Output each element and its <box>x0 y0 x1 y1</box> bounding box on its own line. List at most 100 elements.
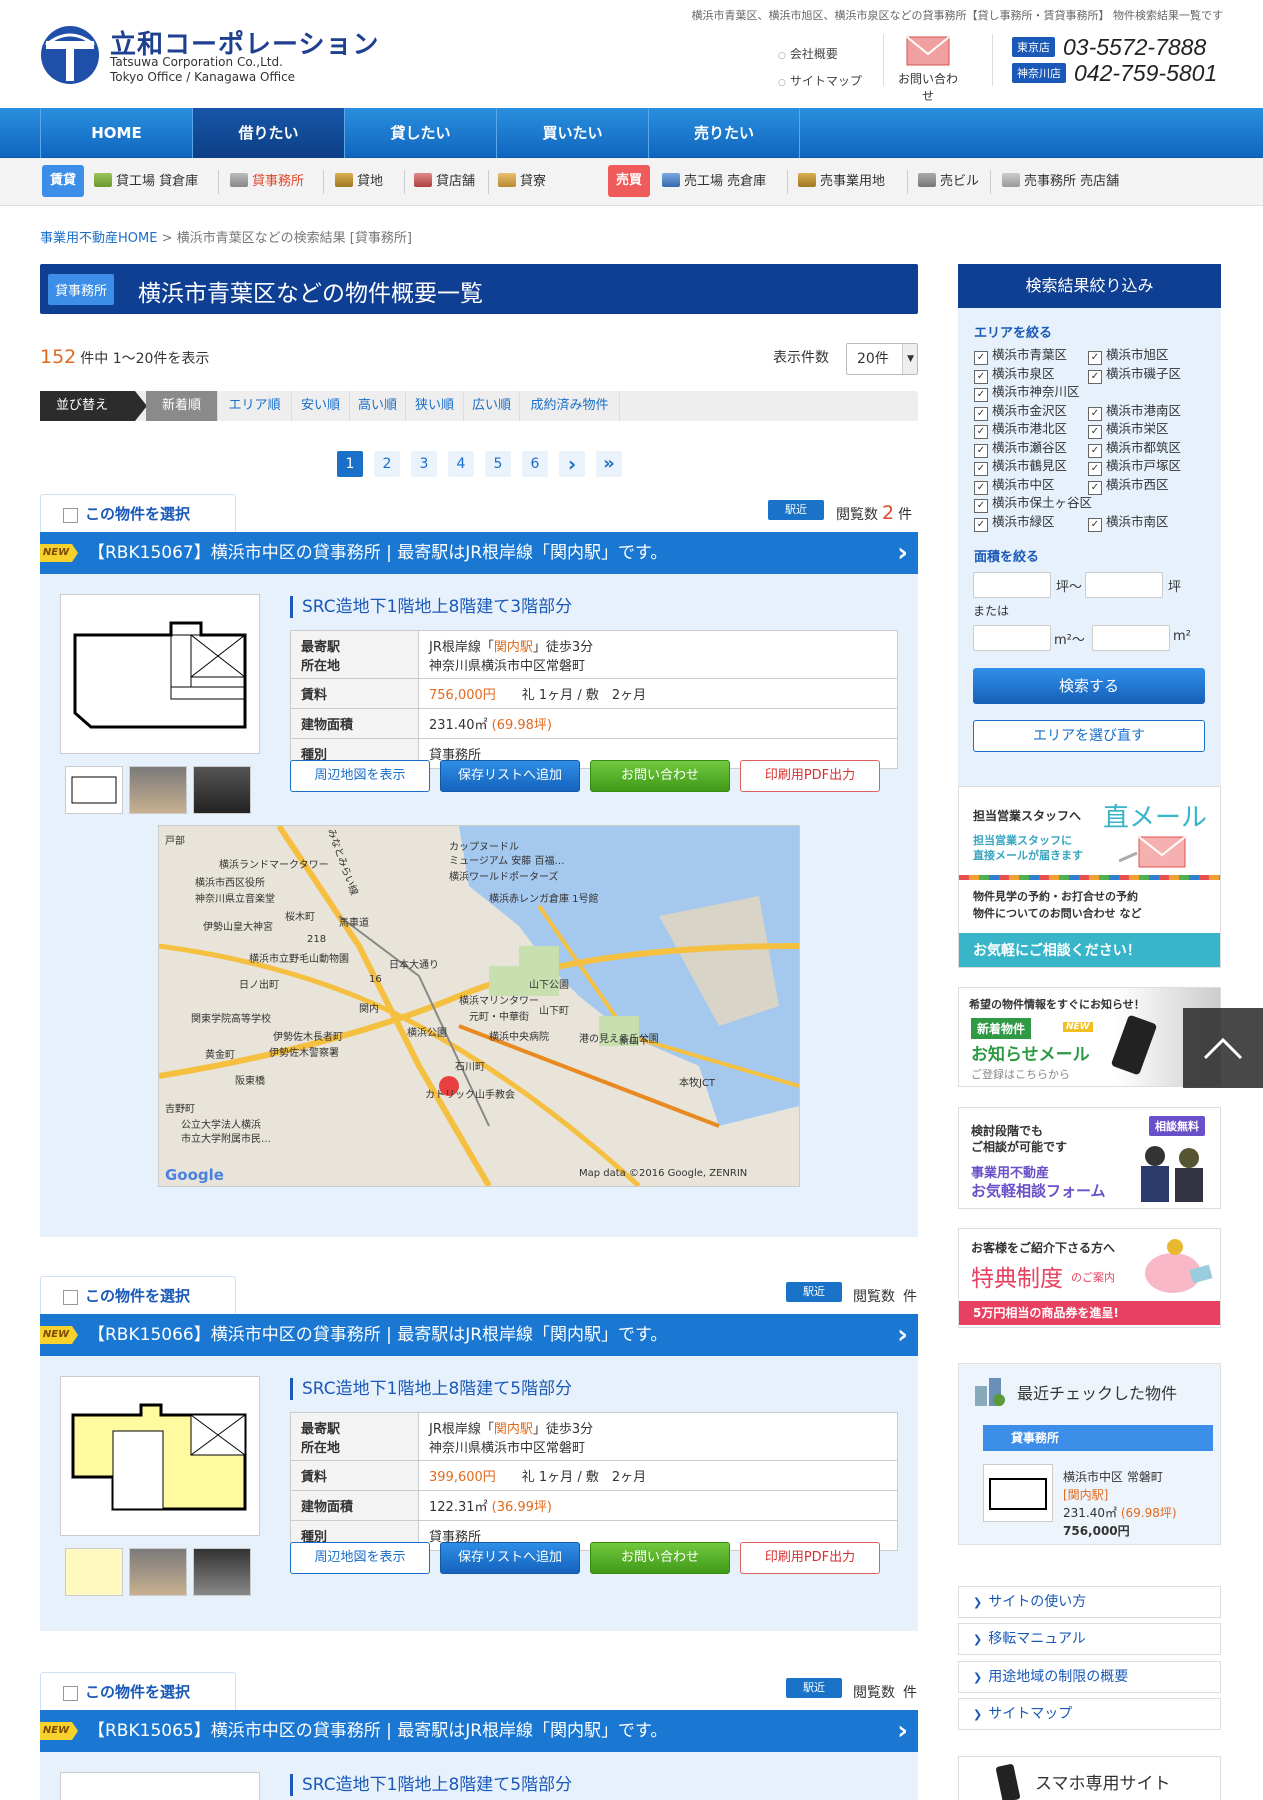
save-list-button[interactable]: 保存リストへ追加 <box>440 1542 580 1574</box>
sitemap-link[interactable]: サイトマップ <box>778 69 862 96</box>
contact-button[interactable]: お問い合わせ <box>590 1542 730 1574</box>
floorplan-image[interactable] <box>60 594 260 754</box>
result-range: 件中 1～20件を表示 <box>80 351 210 367</box>
contact-mail-button[interactable]: お問い合わせ <box>893 36 963 104</box>
property-title-bar[interactable]: NEW 【RBK15067】横浜市中区の貸事務所 | 最寄駅はJR根岸線「関内駅… <box>40 532 918 574</box>
breadcrumb-separator: > <box>161 231 173 246</box>
sort-area[interactable]: エリア順 <box>218 391 292 421</box>
sort-newest[interactable]: 新着順 <box>146 391 218 421</box>
direct-mail-banner[interactable]: 担当営業スタッフへ 直メール 担当営業スタッフに 直接メールが届きます 物件見学… <box>958 786 1221 968</box>
thumbnail-building[interactable] <box>129 1548 187 1596</box>
back-to-top-button[interactable] <box>1183 1008 1263 1088</box>
show-map-button[interactable]: 周辺地図を表示 <box>290 1542 430 1574</box>
page-5[interactable]: 5 <box>485 451 511 477</box>
recent-rent: 756,000円 <box>1063 1524 1130 1538</box>
thumbnail-interior[interactable] <box>193 1548 251 1596</box>
link-zoning[interactable]: 用途地域の制限の概要 <box>958 1661 1221 1693</box>
area-checkbox[interactable]: 横浜市南区 <box>1088 511 1169 532</box>
thumbnail-building[interactable] <box>129 766 187 814</box>
sort-cheapest[interactable]: 安い順 <box>292 391 350 421</box>
perpage-select[interactable]: 20件 ▼ <box>846 343 918 375</box>
tsubo-min-input[interactable] <box>973 572 1051 598</box>
select-property-checkbox[interactable]: この物件を選択 <box>40 1276 236 1316</box>
area-checkbox[interactable]: 横浜市緑区 <box>974 511 1055 532</box>
select-property-checkbox[interactable]: この物件を選択 <box>40 494 236 534</box>
floorplan-image[interactable] <box>60 1376 260 1536</box>
tsubo-max-input[interactable] <box>1085 572 1163 598</box>
views-label: 閲覧数 <box>853 1685 895 1701</box>
map-label: 本牧JCT <box>679 1078 716 1089</box>
pdf-button[interactable]: 印刷用PDF出力 <box>740 1542 880 1574</box>
banner-text: 特典制度 <box>971 1266 1063 1292</box>
nav-buy[interactable]: 買いたい <box>496 108 648 158</box>
link-sitemap[interactable]: サイトマップ <box>958 1698 1221 1730</box>
recent-floorplan-thumbnail[interactable] <box>983 1464 1053 1522</box>
subnav-rent-dorm[interactable]: 貸寮 <box>498 158 546 206</box>
subnav-sale-office[interactable]: 売事務所 売店舗 <box>1002 158 1119 206</box>
thumbnail-floorplan[interactable] <box>65 766 123 814</box>
subnav-sale-factory[interactable]: 売工場 売倉庫 <box>662 158 766 206</box>
subnav-rent-shop[interactable]: 貸店舗 <box>414 158 475 206</box>
subnav-sale-building[interactable]: 売ビル <box>918 158 979 206</box>
map-label: カトリック山手教会 <box>425 1090 515 1101</box>
nav-lease-out[interactable]: 貸したい <box>344 108 496 158</box>
nav-rent[interactable]: 借りたい <box>192 108 344 158</box>
search-button[interactable]: 検索する <box>973 668 1205 704</box>
view-count: 閲覧数 2 件 <box>836 502 912 524</box>
nav-sell[interactable]: 売りたい <box>648 108 800 158</box>
subnav-sale-land[interactable]: 売事業用地 <box>798 158 885 206</box>
page-4[interactable]: 4 <box>448 451 474 477</box>
view-count: 閲覧数件 <box>853 1680 917 1702</box>
smartphone-site-banner[interactable]: スマホ専用サイト <box>958 1756 1221 1800</box>
sort-contracted[interactable]: 成約済み物件 <box>520 391 620 421</box>
station-name[interactable]: 関内駅 <box>494 640 533 655</box>
page-next-icon[interactable]: › <box>559 451 585 477</box>
page-2[interactable]: 2 <box>374 451 400 477</box>
recent-property-info[interactable]: 横浜市中区 常磐町 [関内駅] 231.40㎡ (69.98坪) 756,000… <box>1063 1468 1177 1540</box>
property-title-bar[interactable]: NEW 【RBK15065】横浜市中区の貸事務所 | 最寄駅はJR根岸線「関内駅… <box>40 1710 918 1752</box>
pdf-button[interactable]: 印刷用PDF出力 <box>740 760 880 792</box>
station-name[interactable]: 関内駅 <box>494 1422 533 1437</box>
map-label: 伊勢佐木長者町 <box>273 1032 343 1043</box>
referral-perk-banner[interactable]: お客様をご紹介下さる方へ 特典制度 のご案内 5万円相当の商品券を進呈! <box>958 1228 1221 1328</box>
link-relocation-manual[interactable]: 移転マニュアル <box>958 1623 1221 1655</box>
sort-largest[interactable]: 広い順 <box>464 391 520 421</box>
floorplan-image[interactable] <box>60 1772 260 1800</box>
area-map[interactable]: 戸部 横浜ランドマークタワー 横浜市西区役所 神奈川県立音楽堂 伊勢山皇大神宮 桜木町 馬車… <box>158 825 800 1187</box>
key-area: 建物面積 <box>290 1490 419 1521</box>
banner-text: 直メール <box>1103 803 1208 833</box>
subnav-rent-land[interactable]: 貸地 <box>335 158 383 206</box>
sort-expensive[interactable]: 高い順 <box>350 391 406 421</box>
link-how-to-use[interactable]: サイトの使い方 <box>958 1586 1221 1618</box>
new-arrival-mail-banner[interactable]: 希望の物件情報をすぐにお知らせ！ 新着物件 NEW お知らせメール ご登録はこち… <box>958 987 1221 1087</box>
thumbnail-interior[interactable] <box>193 766 251 814</box>
subnav-rent-factory[interactable]: 貸工場 貸倉庫 <box>94 158 198 206</box>
page-last-icon[interactable]: » <box>596 451 622 477</box>
show-map-button[interactable]: 周辺地図を表示 <box>290 760 430 792</box>
page-1[interactable]: 1 <box>337 451 363 477</box>
subnav-rent-office[interactable]: 貸事務所 <box>230 158 304 206</box>
kanagawa-phone[interactable]: 神奈川店 042-759-5801 <box>1012 60 1217 87</box>
area-checkbox[interactable]: 横浜市磯子区 <box>1088 363 1181 384</box>
area-checkbox[interactable]: 横浜市西区 <box>1088 474 1169 495</box>
nav-home[interactable]: HOME <box>40 108 192 158</box>
thumbnail-floorplan[interactable] <box>65 1548 123 1596</box>
new-badge: NEW <box>40 544 78 562</box>
consultation-form-banner[interactable]: 検討段階でも ご相談が可能です 相談無料 事業用不動産 お気軽相談フォーム <box>958 1107 1221 1209</box>
breadcrumb-home[interactable]: 事業用不動産HOME <box>40 231 157 246</box>
reselect-area-button[interactable]: エリアを選び直す <box>973 720 1205 752</box>
m2-max-input[interactable] <box>1092 625 1170 651</box>
kanagawa-tag: 神奈川店 <box>1012 63 1066 83</box>
page-3[interactable]: 3 <box>411 451 437 477</box>
save-list-button[interactable]: 保存リストへ追加 <box>440 760 580 792</box>
company-link[interactable]: 会社概要 <box>778 42 862 69</box>
property-title-bar[interactable]: NEW 【RBK15066】横浜市中区の貸事務所 | 最寄駅はJR根岸線「関内駅… <box>40 1314 918 1356</box>
tokyo-phone[interactable]: 東京店 03-5572-7888 <box>1012 34 1206 61</box>
company-logo-icon[interactable] <box>40 25 100 85</box>
map-label: 山下町 <box>539 1006 569 1017</box>
m2-min-input[interactable] <box>973 625 1051 651</box>
sort-smallest[interactable]: 狭い順 <box>406 391 464 421</box>
page-6[interactable]: 6 <box>522 451 548 477</box>
select-property-checkbox[interactable]: この物件を選択 <box>40 1672 236 1712</box>
contact-button[interactable]: お問い合わせ <box>590 760 730 792</box>
